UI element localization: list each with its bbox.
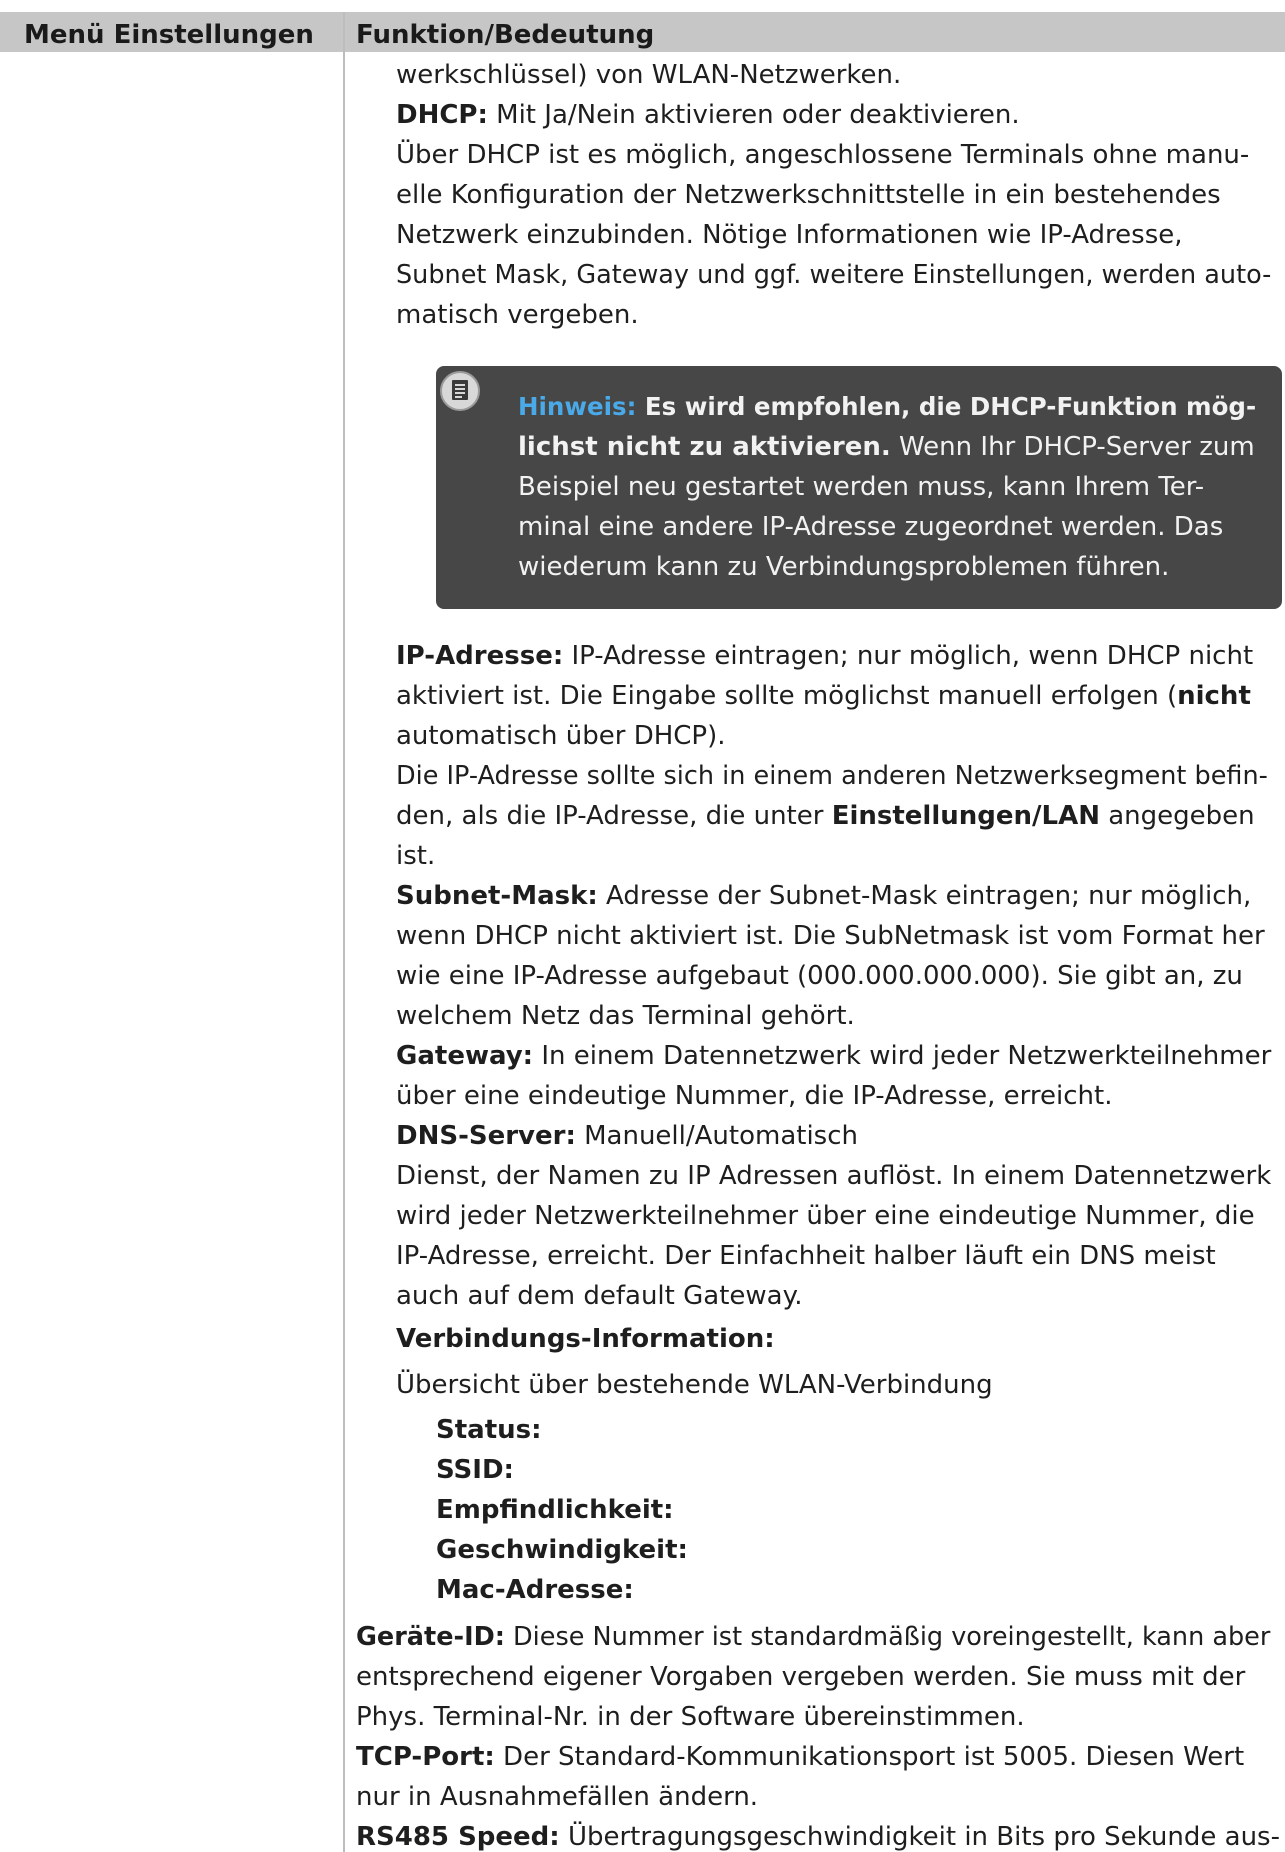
status-label: Status: — [436, 1415, 542, 1445]
gateway-line: Gateway: In einem Datennetzwerk wird jed… — [396, 1041, 1272, 1071]
text-line: über eine eindeutige Nummer, die IP-Adre… — [396, 1081, 1113, 1111]
text-line: Netzwerk einzubinden. Nötige Information… — [396, 220, 1183, 250]
text-line: ist. — [396, 841, 436, 871]
text-line: entsprechend eigener Vorgaben vergeben w… — [356, 1662, 1246, 1692]
document-page: Menü Einstellungen Funktion/Bedeutung we… — [0, 0, 1285, 1852]
term-tcp-port: TCP-Port: — [356, 1742, 495, 1772]
text-line: Subnet Mask, Gateway und ggf. weitere Ei… — [396, 260, 1272, 290]
speed-label: Geschwindigkeit: — [436, 1535, 688, 1565]
text-line: wie eine IP-Adresse aufgebaut (000.000.0… — [396, 961, 1243, 991]
term-dhcp: DHCP: — [396, 100, 488, 130]
term-dns-server: DNS-Server: — [396, 1121, 576, 1151]
connection-info-heading: Verbindungs-Information: — [396, 1324, 775, 1354]
ssid-label: SSID: — [436, 1455, 514, 1485]
text-line: aktiviert ist. Die Eingabe sollte möglic… — [396, 681, 1251, 711]
text-line: Die IP-Adresse sollte sich in einem ande… — [396, 761, 1268, 791]
sensitivity-label: Empfindlichkeit: — [436, 1495, 674, 1525]
hint-label: Hinweis: — [518, 392, 637, 421]
text-line: wird jeder Netzwerkteilnehmer über eine … — [396, 1201, 1255, 1231]
term-rs485-speed: RS485 Speed: — [356, 1822, 560, 1852]
text-line: Dienst, der Namen zu IP Adressen auflöst… — [396, 1161, 1272, 1191]
text-line: den, als die IP-Adresse, die unter Einst… — [396, 801, 1255, 831]
hint-line: minal eine andere IP-Adresse zugeordnet … — [518, 512, 1224, 542]
text-line: IP-Adresse, erreicht. Der Einfachheit ha… — [396, 1241, 1216, 1271]
text-line: matisch vergeben. — [396, 300, 639, 330]
ip-address-line: IP-Adresse: IP-Adresse eintragen; nur mö… — [396, 641, 1254, 671]
text-line: Übersicht über bestehende WLAN-Verbindun… — [396, 1370, 993, 1400]
subnet-mask-line: Subnet-Mask: Adresse der Subnet-Mask ein… — [396, 881, 1252, 911]
text-line: automatisch über DHCP). — [396, 721, 726, 751]
text-line: auch auf dem default Gateway. — [396, 1281, 803, 1311]
hint-line: lichst nicht zu aktivieren. Wenn Ihr DHC… — [518, 432, 1255, 462]
rs485-speed-line: RS485 Speed: Übertragungsgeschwindigkeit… — [356, 1822, 1280, 1852]
hint-line: Hinweis: Es wird empfohlen, die DHCP-Fun… — [518, 392, 1257, 421]
text-line: werkschlüssel) von WLAN-Netzwerken. — [396, 60, 902, 90]
text-line: welchem Netz das Terminal gehört. — [396, 1001, 855, 1031]
term-subnet-mask: Subnet-Mask: — [396, 881, 598, 911]
hint-line: Beispiel neu gestartet werden muss, kann… — [518, 472, 1205, 502]
function-column: werkschlüssel) von WLAN-Netzwerken. DHCP… — [0, 0, 1285, 1852]
hint-line: wiederum kann zu Verbindungsproblemen fü… — [518, 552, 1170, 582]
menu-path: Einstellungen/LAN — [831, 801, 1100, 831]
device-id-line: Geräte-ID: Diese Nummer ist standardmäßi… — [356, 1622, 1271, 1652]
dns-server-line: DNS-Server: Manuell/Automatisch — [396, 1121, 858, 1151]
term-ip-address: IP-Adresse: — [396, 641, 564, 671]
text-line: Über DHCP ist es möglich, angeschlossene… — [396, 140, 1250, 170]
text-line: Phys. Terminal-Nr. in der Software übere… — [356, 1702, 1025, 1732]
mac-address-label: Mac-Adresse: — [436, 1575, 634, 1605]
dhcp-line: DHCP: Mit Ja/Nein aktivieren oder deakti… — [396, 100, 1020, 130]
text-line: wenn DHCP nicht aktiviert ist. Die SubNe… — [396, 921, 1265, 951]
term-gateway: Gateway: — [396, 1041, 534, 1071]
term-device-id: Geräte-ID: — [356, 1622, 505, 1652]
text-line: elle Konfiguration der Netzwerkschnittst… — [396, 180, 1221, 210]
document-icon — [440, 371, 480, 411]
text-line: nur in Ausnahmefällen ändern. — [356, 1782, 759, 1812]
tcp-port-line: TCP-Port: Der Standard-Kommunikationspor… — [356, 1742, 1245, 1772]
